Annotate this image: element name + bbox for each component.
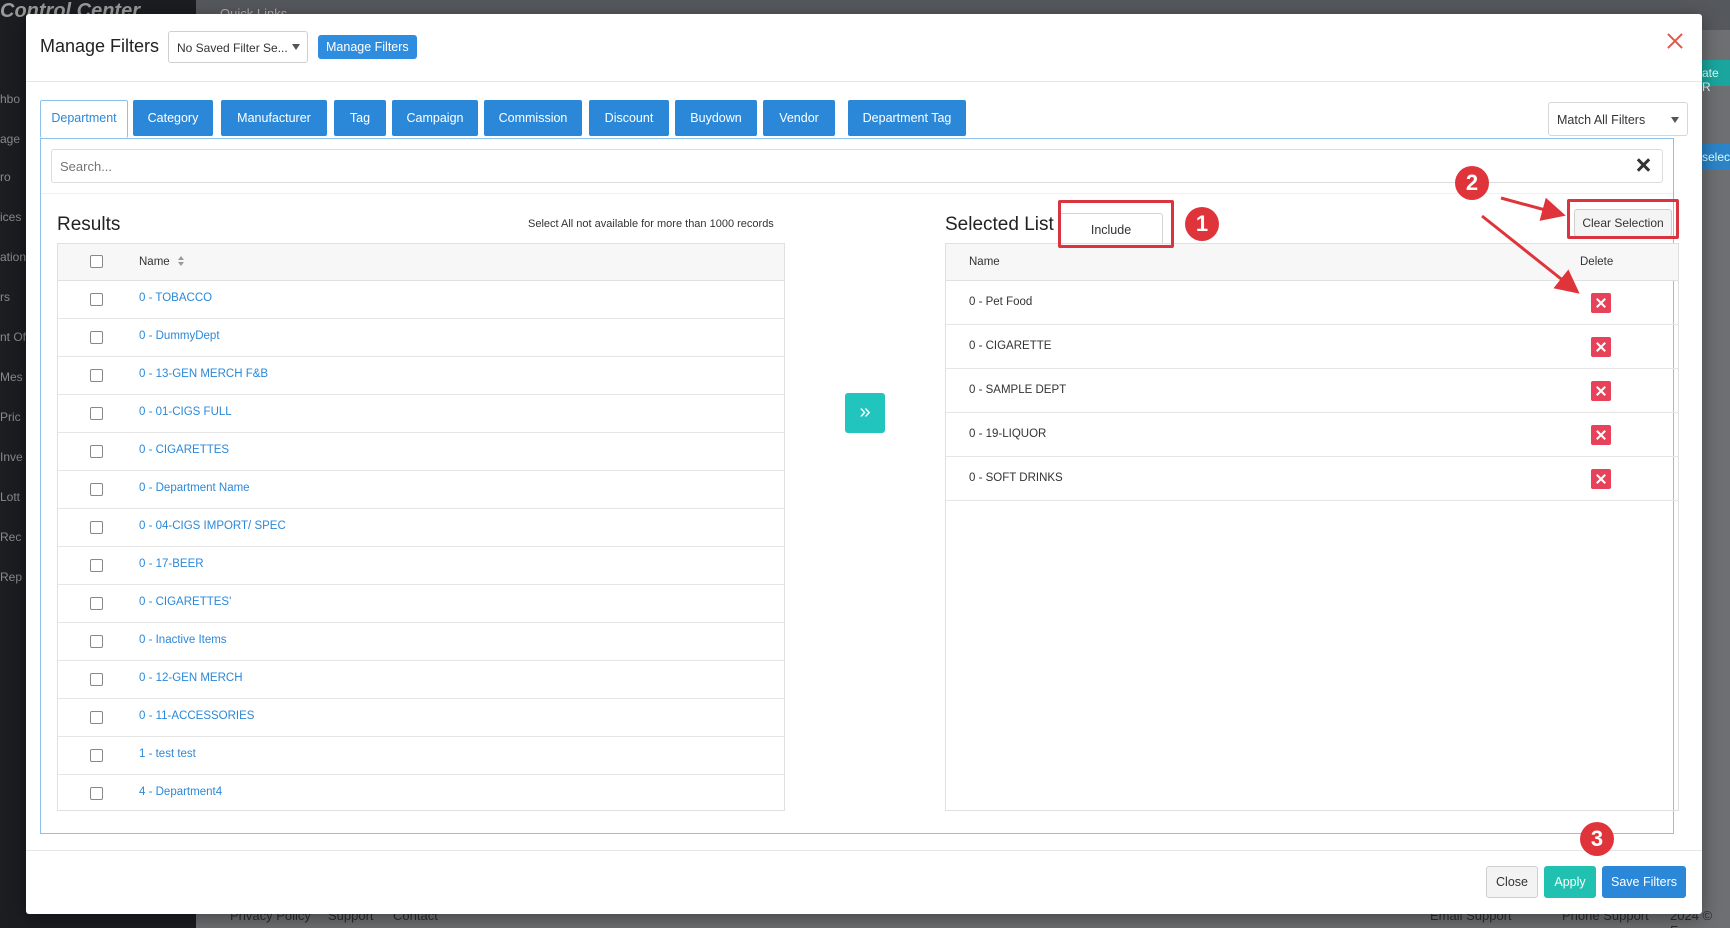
bg-side-item: ation bbox=[0, 250, 27, 264]
bg-side-item: hbo bbox=[0, 92, 21, 106]
bg-side-item: nt Of bbox=[0, 330, 27, 344]
bg-side-item: ro bbox=[0, 170, 11, 184]
bg-side-item: Lott bbox=[0, 490, 21, 504]
bg-side-item: rs bbox=[0, 290, 10, 304]
arrow-to-delete bbox=[1481, 214, 1580, 294]
bg-side-item: age bbox=[0, 132, 21, 146]
bg-side-item: Pric bbox=[0, 410, 21, 424]
manage-filters-modal: Manage Filters No Saved Filter Se... Man… bbox=[26, 14, 1702, 914]
bg-side-item: Rec bbox=[0, 530, 22, 544]
bg-side-item: ices bbox=[0, 210, 22, 224]
bg-right-label: ate R bbox=[1702, 66, 1719, 94]
bg-side-item: Inve bbox=[0, 450, 23, 464]
bg-side-item: Mes bbox=[0, 370, 23, 384]
annotation-arrows bbox=[1481, 196, 1580, 294]
bg-side-item: Rep bbox=[0, 570, 23, 584]
arrow-to-clear-selection bbox=[1500, 196, 1566, 221]
bg-right-label: selec bbox=[1702, 150, 1730, 164]
